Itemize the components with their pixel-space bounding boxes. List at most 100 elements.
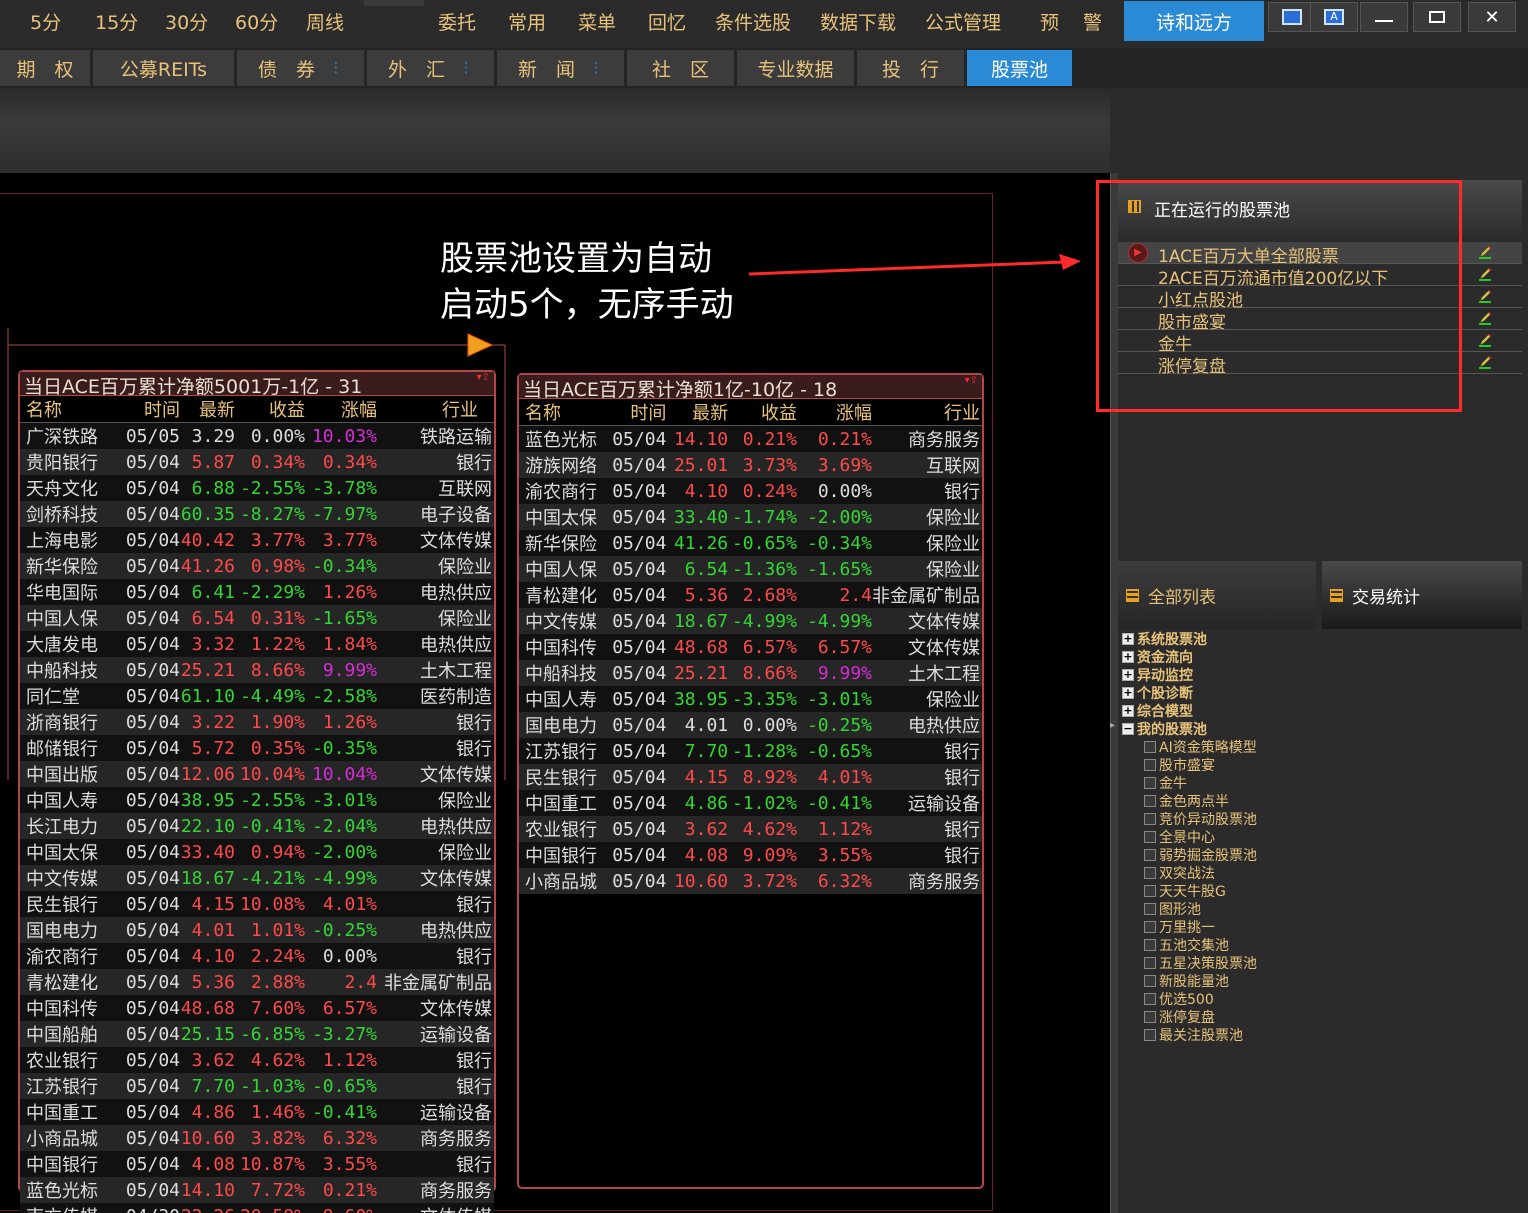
tree-item[interactable]: 图形池 — [1122, 900, 1522, 918]
tab-forex[interactable]: 外 汇 ⋮ — [367, 50, 494, 86]
edit-icon[interactable] — [1478, 244, 1492, 259]
tree-item[interactable]: 双突战法 — [1122, 864, 1522, 882]
header-industry[interactable]: 行业 — [872, 399, 982, 426]
table-row[interactable]: 邮储银行 05/04 5.72 0.35% -0.35% 银行 — [20, 735, 494, 761]
minimize-icon[interactable] — [1360, 2, 1408, 32]
tab-trade-stats[interactable]: 交易统计 — [1322, 561, 1522, 629]
checkbox-icon[interactable] — [1144, 903, 1156, 915]
checkbox-icon[interactable] — [1144, 975, 1156, 987]
table-row[interactable]: 上海电影 05/04 40.42 3.77% 3.77% 文体传媒 — [20, 527, 494, 553]
table-row[interactable]: 浙商银行 05/04 3.22 1.90% 1.26% 银行 — [20, 709, 494, 735]
table-row[interactable]: 中国重工 05/04 4.86 1.46% -0.41% 运输设备 — [20, 1099, 494, 1125]
tree-group[interactable]: + 异动监控 — [1122, 666, 1522, 684]
table-row[interactable]: 中国出版 05/04 12.06 10.04% 10.04% 文体传媒 — [20, 761, 494, 787]
expand-icon[interactable]: + — [1122, 687, 1134, 699]
table-row[interactable]: 广深铁路 05/05 3.29 0.00% 10.03% 铁路运输 — [20, 422, 494, 449]
table-row[interactable]: 江苏银行 05/04 7.70 -1.28% -0.65% 银行 — [519, 738, 982, 764]
expand-icon[interactable]: + — [1122, 669, 1134, 681]
table-row[interactable]: 华电国际 05/04 6.41 -2.29% 1.26% 电热供应 — [20, 579, 494, 605]
tree-item[interactable]: 五星决策股票池 — [1122, 954, 1522, 972]
tree-item[interactable]: 万里挑一 — [1122, 918, 1522, 936]
menu-screener[interactable]: 条件选股 — [715, 8, 791, 35]
table-row[interactable]: 中国人保 05/04 6.54 0.31% -1.65% 保险业 — [20, 605, 494, 631]
table-row[interactable]: 江苏银行 05/04 7.70 -1.03% -0.65% 银行 — [20, 1073, 494, 1099]
tab-stock-pool[interactable]: 股票池 — [967, 50, 1072, 86]
menu-alert-1[interactable]: 预 — [1040, 8, 1059, 35]
period-15min[interactable]: 15分 — [95, 8, 138, 35]
period-5min[interactable]: 5分 — [30, 8, 61, 35]
pool-controls-icon[interactable]: ▾⇧ — [477, 372, 490, 383]
table-row[interactable]: 青松建化 05/04 5.36 2.68% 2.4 非金属矿制品 — [519, 582, 982, 608]
period-60min[interactable]: 60分 — [235, 8, 278, 35]
tree-item[interactable]: 优选500 — [1122, 990, 1522, 1008]
header-return[interactable]: 收益 — [235, 396, 305, 423]
table-row[interactable]: 农业银行 05/04 3.62 4.62% 1.12% 银行 — [519, 816, 982, 842]
header-time[interactable]: 时间 — [606, 399, 667, 426]
tab-investment-bank[interactable]: 投 行 — [857, 50, 964, 86]
tab-community[interactable]: 社 区 — [627, 50, 734, 86]
tab-reits[interactable]: 公募REITs — [93, 50, 234, 86]
expand-icon[interactable]: + — [1122, 651, 1134, 663]
menu-common[interactable]: 常用 — [508, 8, 546, 35]
tree-group[interactable]: − 我的股票池 — [1122, 720, 1522, 738]
pool-panel-left[interactable]: 当日ACE百万累计净额5001万-1亿 - 31 ▾⇧ 名称 时间 最新 收益 … — [18, 370, 496, 1213]
tree-item[interactable]: 金牛 — [1122, 774, 1522, 792]
tab-news[interactable]: 新 闻 ⋮ — [497, 50, 624, 86]
table-row[interactable]: 蓝色光标 05/04 14.10 0.21% 0.21% 商务服务 — [519, 425, 982, 452]
tree-item[interactable]: 新股能量池 — [1122, 972, 1522, 990]
checkbox-icon[interactable] — [1144, 939, 1156, 951]
table-row[interactable]: 剑桥科技 05/04 60.35 -8.27% -7.97% 电子设备 — [20, 501, 494, 527]
header-time[interactable]: 时间 — [110, 396, 180, 423]
pool-panel-right[interactable]: 当日ACE百万累计净额1亿-10亿 - 18 ▾⇧ 名称 时间 最新 收益 涨幅… — [517, 373, 984, 1189]
checkbox-icon[interactable] — [1144, 993, 1156, 1005]
table-row[interactable]: 中国人寿 05/04 38.95 -2.55% -3.01% 保险业 — [20, 787, 494, 813]
tree-item[interactable]: 五池交集池 — [1122, 936, 1522, 954]
tree-group[interactable]: + 个股诊断 — [1122, 684, 1522, 702]
table-row[interactable]: 青松建化 05/04 5.36 2.88% 2.4 非金属矿制品 — [20, 969, 494, 995]
header-name[interactable]: 名称 — [20, 396, 110, 423]
table-row[interactable]: 南方传媒04/3022.2620.59%9.60%文体传媒 — [20, 1203, 494, 1213]
checkbox-icon[interactable] — [1144, 885, 1156, 897]
table-row[interactable]: 中船科技 05/04 25.21 8.66% 9.99% 土木工程 — [20, 657, 494, 683]
collapse-arrow-icon[interactable]: ▸ — [1110, 720, 1115, 731]
tab-bonds[interactable]: 债 券 ⋮ — [237, 50, 364, 86]
tree-group[interactable]: + 资金流向 — [1122, 648, 1522, 666]
header-return[interactable]: 收益 — [728, 399, 797, 426]
checkbox-icon[interactable] — [1144, 849, 1156, 861]
tree-item[interactable]: AI资金策略模型 — [1122, 738, 1522, 756]
table-row[interactable]: 小商品城 05/04 10.60 3.82% 6.32% 商务服务 — [20, 1125, 494, 1151]
tree-group[interactable]: + 系统股票池 — [1122, 630, 1522, 648]
tree-item[interactable]: 弱势掘金股票池 — [1122, 846, 1522, 864]
tab-pro-data[interactable]: 专业数据 — [737, 50, 854, 86]
tree-item[interactable]: 竞价异动股票池 — [1122, 810, 1522, 828]
pool-controls-icon[interactable]: ▾⇧ — [965, 375, 978, 386]
tab-options[interactable]: 期 权 — [0, 50, 90, 86]
edit-icon[interactable] — [1478, 288, 1492, 303]
period-week[interactable]: 周线 — [306, 8, 344, 35]
checkbox-icon[interactable] — [1144, 759, 1156, 771]
table-row[interactable]: 中国重工 05/04 4.86 -1.02% -0.41% 运输设备 — [519, 790, 982, 816]
menu-formula[interactable]: 公式管理 — [925, 8, 1001, 35]
restore-icon[interactable] — [1413, 2, 1461, 32]
tree-item[interactable]: 全景中心 — [1122, 828, 1522, 846]
checkbox-icon[interactable] — [1144, 741, 1156, 753]
tree-item[interactable]: 涨停复盘 — [1122, 1008, 1522, 1026]
tree-item[interactable]: 天天牛股G — [1122, 882, 1522, 900]
font-icon[interactable]: A — [1310, 2, 1358, 32]
table-row[interactable]: 渝农商行 05/04 4.10 0.24% 0.00% 银行 — [519, 478, 982, 504]
table-row[interactable]: 中文传媒 05/04 18.67 -4.21% -4.99% 文体传媒 — [20, 865, 494, 891]
table-row[interactable]: 中国太保 05/04 33.40 -1.74% -2.00% 保险业 — [519, 504, 982, 530]
checkbox-icon[interactable] — [1144, 1029, 1156, 1041]
table-row[interactable]: 渝农商行 05/04 4.10 2.24% 0.00% 银行 — [20, 943, 494, 969]
table-row[interactable]: 同仁堂 05/04 61.10 -4.49% -2.58% 医药制造 — [20, 683, 494, 709]
table-row[interactable]: 中国人保 05/04 6.54 -1.36% -1.65% 保险业 — [519, 556, 982, 582]
header-industry[interactable]: 行业 — [377, 396, 494, 423]
table-row[interactable]: 长江电力 05/04 22.10 -0.41% -2.04% 电热供应 — [20, 813, 494, 839]
checkbox-icon[interactable] — [1144, 1011, 1156, 1023]
menu-entrust[interactable]: 委托 — [438, 8, 476, 35]
table-row[interactable]: 贵阳银行 05/04 5.87 0.34% 0.34% 银行 — [20, 449, 494, 475]
table-row[interactable]: 新华保险 05/04 41.26 -0.65% -0.34% 保险业 — [519, 530, 982, 556]
tab-all-list[interactable]: 全部列表 — [1118, 561, 1316, 629]
header-price[interactable]: 最新 — [666, 399, 729, 426]
table-row[interactable]: 中国太保 05/04 33.40 0.94% -2.00% 保险业 — [20, 839, 494, 865]
